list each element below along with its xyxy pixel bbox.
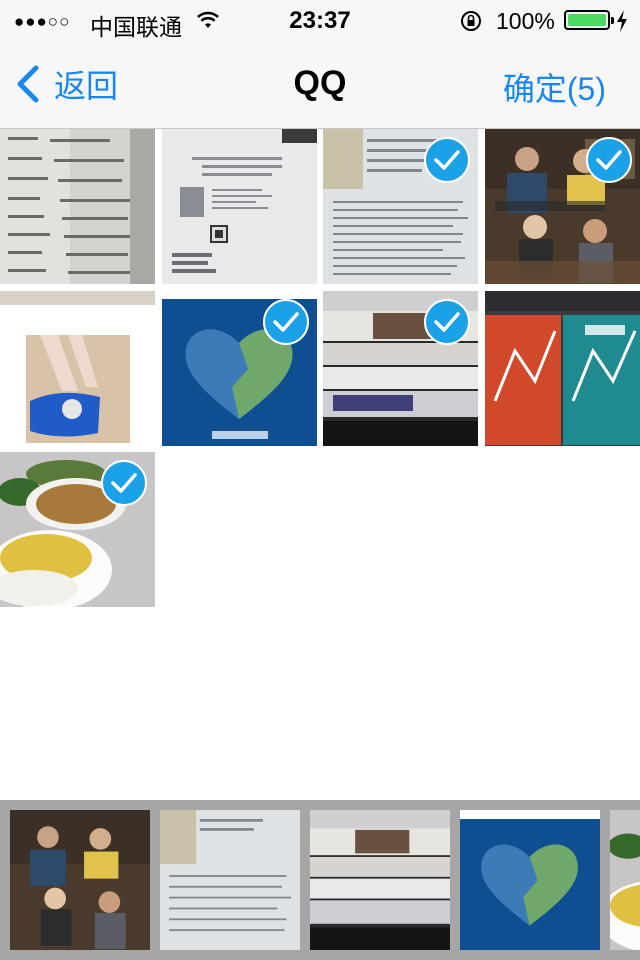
checkmark-icon xyxy=(111,473,137,493)
selected-checkmark-badge[interactable] xyxy=(424,299,470,345)
photo-toy-figure[interactable] xyxy=(0,291,155,446)
photo-image xyxy=(310,810,450,950)
checkmark-icon xyxy=(434,312,460,332)
strip-heart-logo[interactable] xyxy=(460,810,600,950)
selected-checkmark-badge[interactable] xyxy=(263,299,309,345)
selected-checkmark-badge[interactable] xyxy=(424,137,470,183)
strip-book-page-text[interactable] xyxy=(160,810,300,950)
selected-checkmark-badge[interactable] xyxy=(586,137,632,183)
photo-food-bowls[interactable] xyxy=(0,452,155,607)
selected-checkmark-badge[interactable] xyxy=(101,460,147,506)
navigation-bar: 返回 QQ 确定(5) xyxy=(0,40,640,129)
status-bar: ●●●○○ 中国联通 23:37 100% xyxy=(0,0,640,40)
strip-tv-show-scene[interactable] xyxy=(10,810,150,950)
strip-book-stack[interactable] xyxy=(310,810,450,950)
photo-book-page-table[interactable] xyxy=(0,129,155,284)
photo-image xyxy=(610,810,640,950)
photo-image xyxy=(162,129,317,284)
photo-image xyxy=(485,291,640,446)
photo-tv-show-scene[interactable] xyxy=(485,129,640,284)
photo-book-page-text[interactable] xyxy=(323,129,478,284)
photo-book-covers[interactable] xyxy=(485,291,640,446)
photo-book-page-linux[interactable] xyxy=(162,129,317,284)
photo-heart-logo[interactable] xyxy=(162,291,317,446)
charging-bolt-icon xyxy=(617,10,627,32)
strip-food-bowls[interactable] xyxy=(610,810,640,950)
checkmark-icon xyxy=(273,312,299,332)
battery-icon xyxy=(564,10,614,30)
photo-image xyxy=(160,810,300,950)
battery-percent: 100% xyxy=(496,8,555,34)
confirm-button[interactable]: 确定(5) xyxy=(503,64,606,110)
photo-image xyxy=(0,129,155,284)
checkmark-icon xyxy=(596,150,622,170)
photo-image xyxy=(0,291,155,446)
photo-image xyxy=(10,810,150,950)
selected-photos-strip[interactable] xyxy=(0,800,640,960)
photo-image xyxy=(460,810,600,950)
rotation-lock-icon xyxy=(461,11,481,31)
photo-book-stack[interactable] xyxy=(323,291,478,446)
checkmark-icon xyxy=(434,150,460,170)
